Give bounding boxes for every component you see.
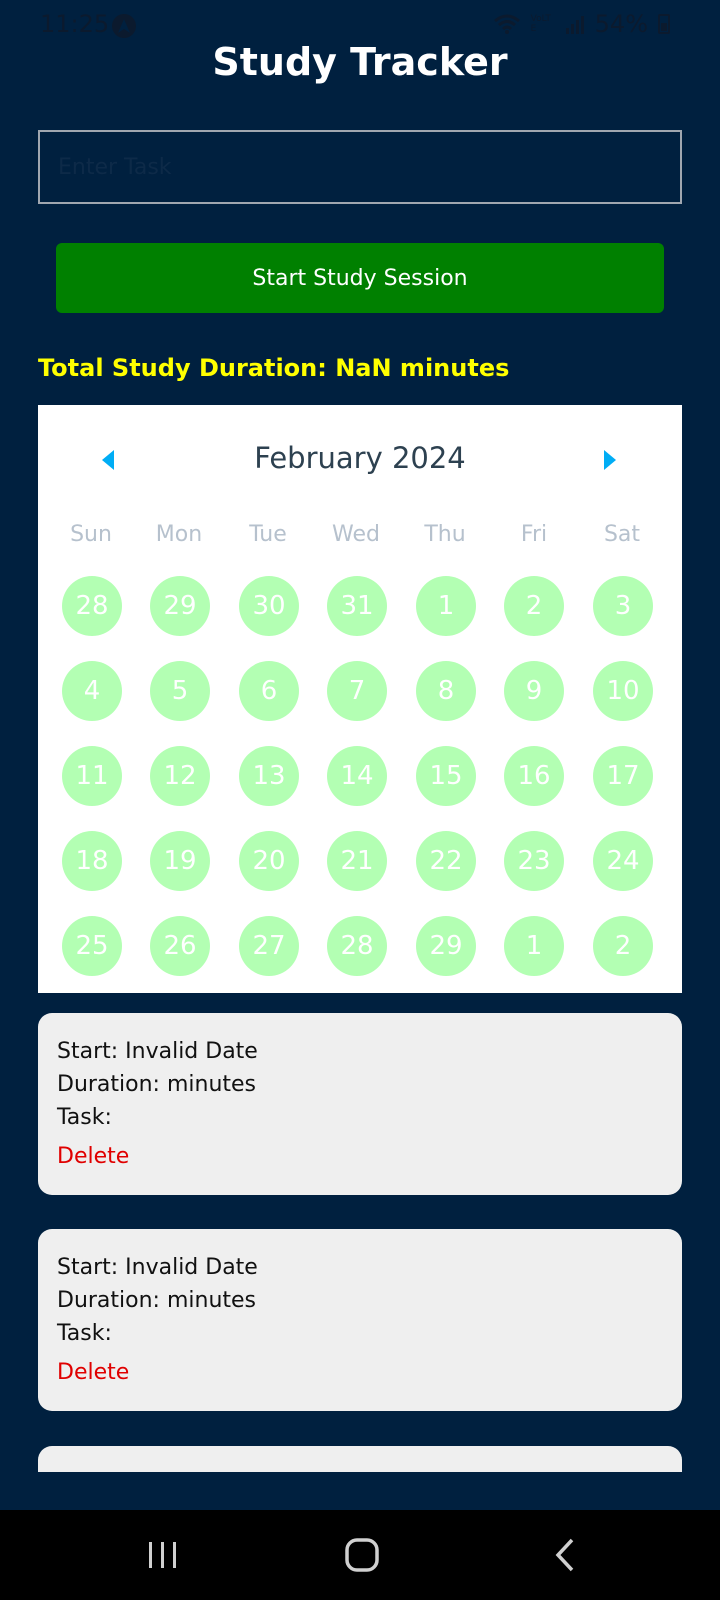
system-navigation-bar bbox=[0, 1510, 720, 1600]
calendar-day[interactable]: 21 bbox=[327, 831, 387, 891]
session-task: Task: bbox=[57, 1321, 112, 1346]
calendar-day[interactable]: 13 bbox=[239, 746, 299, 806]
total-study-duration: Total Study Duration: NaN minutes bbox=[38, 354, 510, 382]
calendar-day[interactable]: 2 bbox=[593, 916, 653, 976]
home-icon[interactable] bbox=[338, 1532, 388, 1578]
back-icon[interactable] bbox=[540, 1532, 590, 1578]
calendar-day[interactable]: 2 bbox=[504, 576, 564, 636]
calendar-day[interactable]: 18 bbox=[62, 831, 122, 891]
calendar-day[interactable]: 25 bbox=[62, 916, 122, 976]
calendar-days-grid: 28 29 30 31 1 2 3 4 5 6 7 8 9 10 11 12 13 14 15 16 17 18 19 20 2… bbox=[38, 405, 682, 993]
session-duration: Duration: minutes bbox=[57, 1072, 257, 1097]
status-indicators: VoLTE 54% bbox=[493, 10, 670, 38]
session-start: Start: Invalid Date bbox=[57, 1039, 258, 1064]
session-start: Start: Invalid Date bbox=[57, 1255, 258, 1280]
calendar-day[interactable]: 30 bbox=[239, 576, 299, 636]
calendar-day[interactable]: 14 bbox=[327, 746, 387, 806]
calendar-day[interactable]: 10 bbox=[593, 661, 653, 721]
calendar: February 2024 Sun Mon Tue Wed Thu Fri Sa… bbox=[38, 405, 682, 993]
signal-icon bbox=[565, 16, 584, 34]
calendar-day[interactable]: 1 bbox=[416, 576, 476, 636]
battery-percentage: 54% bbox=[594, 10, 648, 38]
calendar-day[interactable]: 11 bbox=[62, 746, 122, 806]
calendar-day[interactable]: 17 bbox=[593, 746, 653, 806]
calendar-day[interactable]: 27 bbox=[239, 916, 299, 976]
calendar-day[interactable]: 31 bbox=[327, 576, 387, 636]
calendar-day[interactable]: 29 bbox=[150, 576, 210, 636]
calendar-day[interactable]: 1 bbox=[504, 916, 564, 976]
recent-apps-icon[interactable] bbox=[138, 1532, 188, 1578]
calendar-day[interactable]: 3 bbox=[593, 576, 653, 636]
calendar-day[interactable]: 26 bbox=[150, 916, 210, 976]
calendar-day[interactable]: 20 bbox=[239, 831, 299, 891]
wifi-icon bbox=[493, 14, 520, 34]
page-title: Study Tracker bbox=[212, 40, 508, 84]
calendar-day[interactable]: 6 bbox=[239, 661, 299, 721]
volte-icon: VoLTE bbox=[530, 14, 551, 34]
battery-icon bbox=[658, 14, 670, 34]
task-input[interactable] bbox=[38, 130, 682, 204]
calendar-day[interactable]: 22 bbox=[416, 831, 476, 891]
calendar-day[interactable]: 28 bbox=[327, 916, 387, 976]
calendar-day[interactable]: 8 bbox=[416, 661, 476, 721]
calendar-day[interactable]: 16 bbox=[504, 746, 564, 806]
calendar-day[interactable]: 5 bbox=[150, 661, 210, 721]
calendar-day[interactable]: 12 bbox=[150, 746, 210, 806]
delete-session-button[interactable]: Delete bbox=[57, 1140, 129, 1173]
calendar-day[interactable]: 19 bbox=[150, 831, 210, 891]
session-card bbox=[38, 1446, 682, 1472]
status-time: 11:25 bbox=[40, 10, 110, 38]
calendar-day[interactable]: 29 bbox=[416, 916, 476, 976]
session-card: Start: Invalid Date Duration: minutes Ta… bbox=[38, 1229, 682, 1411]
delete-session-button[interactable]: Delete bbox=[57, 1356, 129, 1389]
calendar-day[interactable]: 7 bbox=[327, 661, 387, 721]
calendar-day[interactable]: 4 bbox=[62, 661, 122, 721]
calendar-day[interactable]: 24 bbox=[593, 831, 653, 891]
calendar-day[interactable]: 23 bbox=[504, 831, 564, 891]
calendar-day[interactable]: 28 bbox=[62, 576, 122, 636]
session-card: Start: Invalid Date Duration: minutes Ta… bbox=[38, 1013, 682, 1195]
calendar-day[interactable]: 9 bbox=[504, 661, 564, 721]
navigation-app-icon bbox=[112, 14, 136, 38]
session-duration: Duration: minutes bbox=[57, 1288, 257, 1313]
calendar-day[interactable]: 15 bbox=[416, 746, 476, 806]
session-task: Task: bbox=[57, 1105, 112, 1130]
start-study-session-button[interactable]: Start Study Session bbox=[56, 243, 664, 313]
